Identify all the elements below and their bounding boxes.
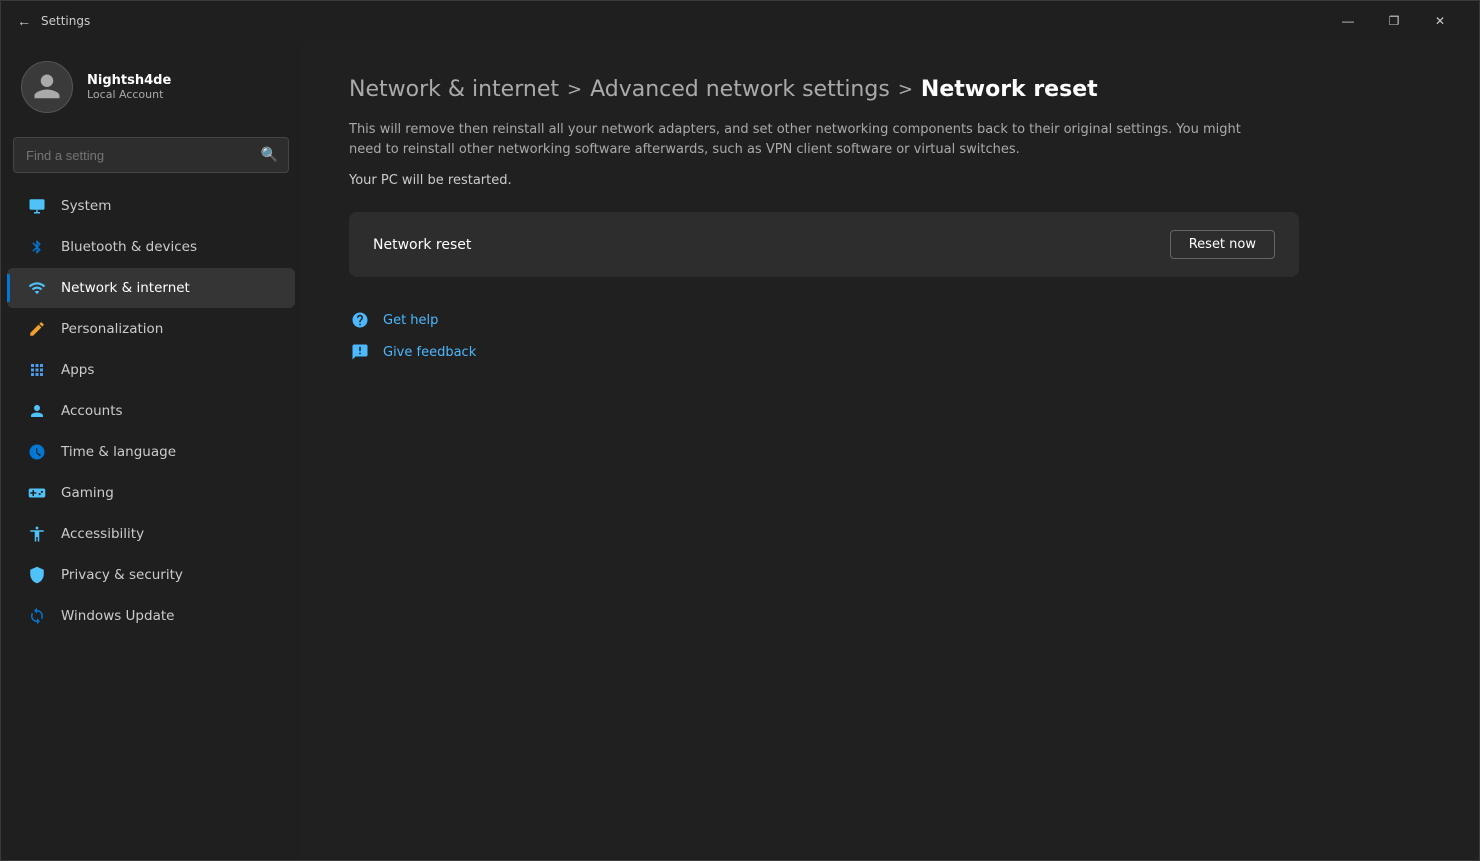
main-content: Network & internet > Advanced network se… (301, 41, 1479, 860)
close-button[interactable]: ✕ (1417, 5, 1463, 37)
sidebar-item-accounts[interactable]: Accounts (7, 391, 295, 431)
breadcrumb: Network & internet > Advanced network se… (349, 77, 1431, 102)
help-links: Get help Give feedback (349, 309, 1431, 363)
sidebar-item-label-system: System (61, 198, 111, 214)
apps-icon (27, 360, 47, 380)
user-info: Nightsh4de Local Account (87, 73, 171, 101)
user-profile[interactable]: Nightsh4de Local Account (1, 41, 301, 133)
give-feedback-icon (349, 341, 371, 363)
sidebar-item-label-privacy: Privacy & security (61, 567, 183, 583)
sidebar: Nightsh4de Local Account 🔍 System (1, 41, 301, 860)
search-input[interactable] (26, 148, 276, 163)
breadcrumb-network[interactable]: Network & internet (349, 77, 559, 102)
restart-notice: Your PC will be restarted. (349, 173, 1431, 188)
sidebar-item-label-accounts: Accounts (61, 403, 123, 419)
sidebar-item-gaming[interactable]: Gaming (7, 473, 295, 513)
reset-now-button[interactable]: Reset now (1170, 230, 1275, 259)
time-icon (27, 442, 47, 462)
give-feedback-label: Give feedback (383, 345, 476, 360)
sidebar-item-personalization[interactable]: Personalization (7, 309, 295, 349)
sidebar-item-time[interactable]: Time & language (7, 432, 295, 472)
username: Nightsh4de (87, 73, 171, 88)
update-icon (27, 606, 47, 626)
get-help-link[interactable]: Get help (349, 309, 438, 331)
gaming-icon (27, 483, 47, 503)
accounts-icon (27, 401, 47, 421)
get-help-icon (349, 309, 371, 331)
reset-card-label: Network reset (373, 237, 471, 253)
system-icon (27, 196, 47, 216)
sidebar-nav: System Bluetooth & devices Network & int… (1, 185, 301, 637)
titlebar-left: ← Settings (17, 9, 90, 33)
give-feedback-link[interactable]: Give feedback (349, 341, 476, 363)
sidebar-item-label-update: Windows Update (61, 608, 174, 624)
get-help-label: Get help (383, 313, 438, 328)
minimize-button[interactable]: — (1325, 5, 1371, 37)
sidebar-item-apps[interactable]: Apps (7, 350, 295, 390)
search-box: 🔍 (13, 137, 289, 173)
sidebar-item-bluetooth[interactable]: Bluetooth & devices (7, 227, 295, 267)
sidebar-item-label-bluetooth: Bluetooth & devices (61, 239, 197, 255)
user-avatar-icon (32, 72, 62, 102)
personalization-icon (27, 319, 47, 339)
content-area: Nightsh4de Local Account 🔍 System (1, 41, 1479, 860)
avatar (21, 61, 73, 113)
sidebar-item-label-apps: Apps (61, 362, 94, 378)
breadcrumb-sep-2: > (898, 79, 913, 100)
network-icon (27, 278, 47, 298)
breadcrumb-sep-1: > (567, 79, 582, 100)
sidebar-item-label-personalization: Personalization (61, 321, 163, 337)
bluetooth-icon (27, 237, 47, 257)
reset-card: Network reset Reset now (349, 212, 1299, 277)
breadcrumb-advanced[interactable]: Advanced network settings (590, 77, 890, 102)
titlebar-controls: — ❐ ✕ (1325, 5, 1463, 37)
sidebar-item-accessibility[interactable]: Accessibility (7, 514, 295, 554)
page-title: Network reset (921, 77, 1098, 102)
sidebar-item-privacy[interactable]: Privacy & security (7, 555, 295, 595)
sidebar-item-label-time: Time & language (61, 444, 176, 460)
page-description: This will remove then reinstall all your… (349, 120, 1249, 159)
search-container: 🔍 (1, 133, 301, 185)
user-type: Local Account (87, 88, 171, 101)
settings-window: ← Settings — ❐ ✕ Nightsh4de Local Accoun… (0, 0, 1480, 861)
sidebar-item-update[interactable]: Windows Update (7, 596, 295, 636)
search-icon: 🔍 (261, 147, 278, 163)
sidebar-item-label-gaming: Gaming (61, 485, 114, 501)
titlebar: ← Settings — ❐ ✕ (1, 1, 1479, 41)
privacy-icon (27, 565, 47, 585)
back-button[interactable]: ← (17, 9, 31, 33)
sidebar-item-label-network: Network & internet (61, 280, 190, 296)
maximize-button[interactable]: ❐ (1371, 5, 1417, 37)
sidebar-item-system[interactable]: System (7, 186, 295, 226)
titlebar-title: Settings (41, 14, 90, 28)
sidebar-item-label-accessibility: Accessibility (61, 526, 144, 542)
accessibility-icon (27, 524, 47, 544)
sidebar-item-network[interactable]: Network & internet (7, 268, 295, 308)
